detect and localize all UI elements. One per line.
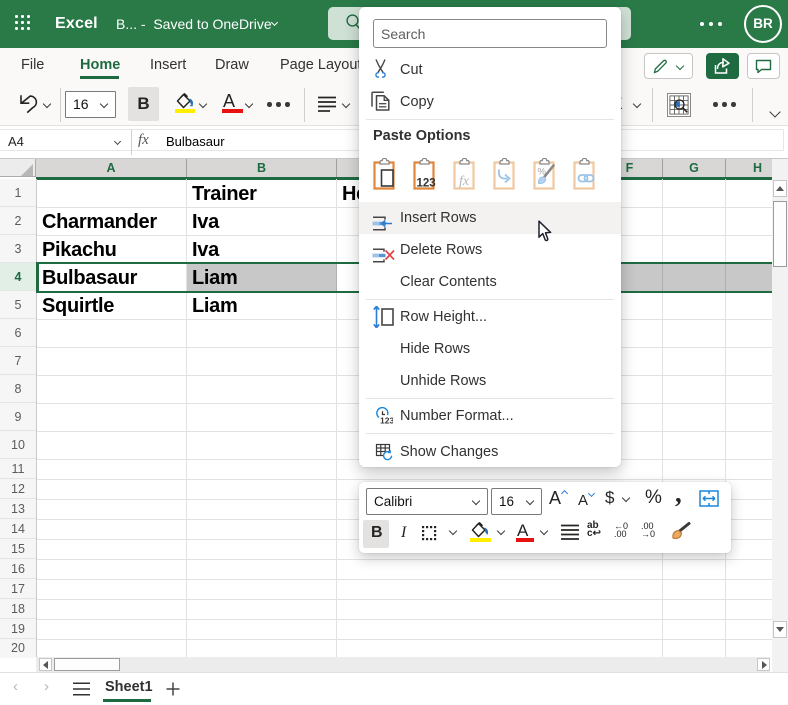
svg-text:123: 123 — [417, 178, 436, 190]
svg-text:fx: fx — [459, 174, 470, 189]
svg-text:123: 123 — [380, 416, 393, 426]
